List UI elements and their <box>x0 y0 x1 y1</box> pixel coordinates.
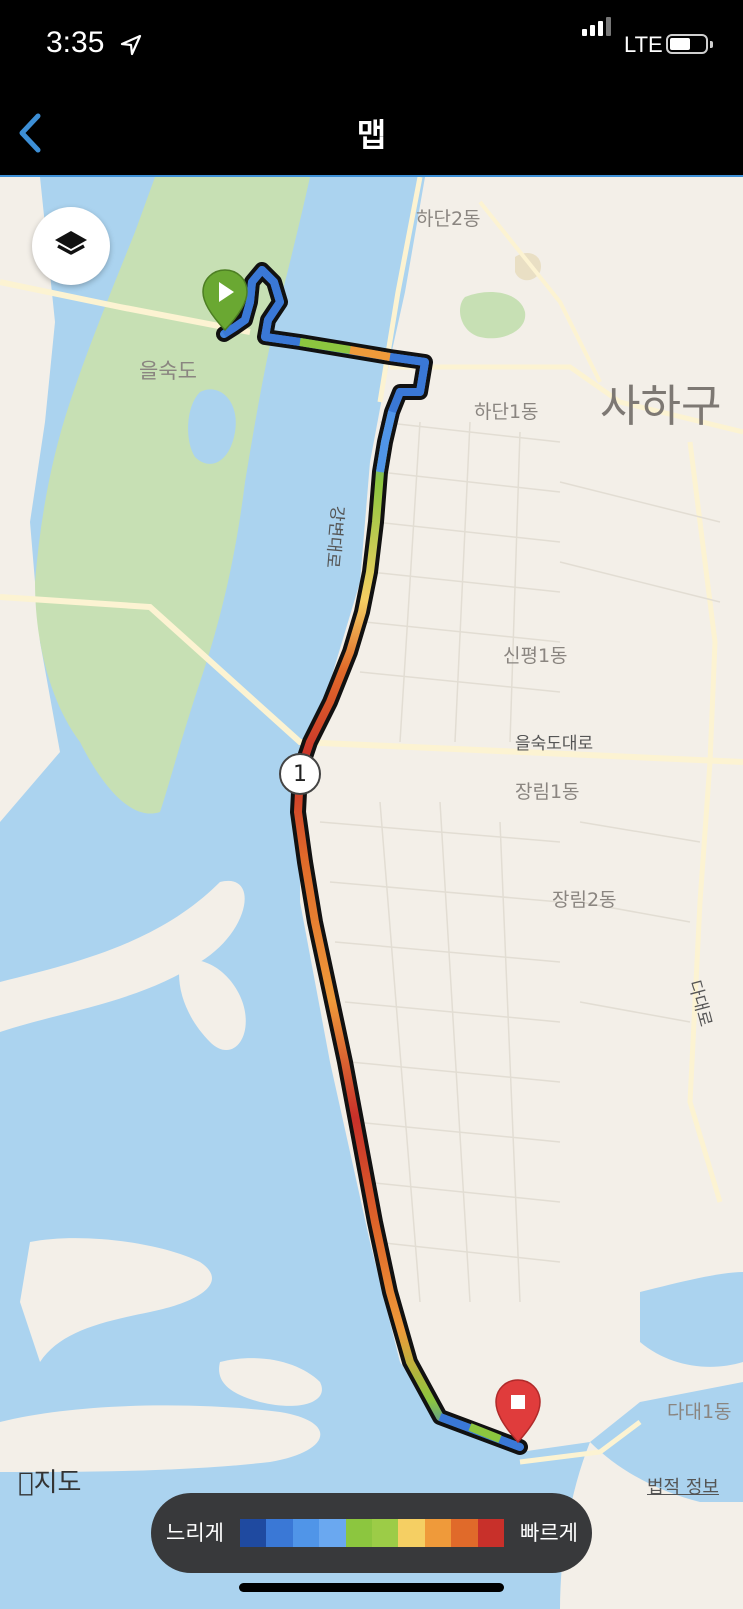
legend-swatch <box>319 1519 346 1547</box>
layers-icon <box>55 231 87 255</box>
legend-swatch <box>477 1519 505 1547</box>
map-label-hadan2: 하단2동 <box>416 208 481 230</box>
legend-swatch <box>372 1519 399 1547</box>
map-label-sahagu: 사하구 <box>600 381 722 432</box>
legend-color-bar <box>240 1519 505 1547</box>
apple-maps-text: 지도 <box>18 1468 82 1498</box>
home-indicator[interactable] <box>239 1583 504 1592</box>
apple-maps-logo: 지도 <box>18 1462 81 1499</box>
map-label-hadan1: 하단1동 <box>474 401 539 423</box>
lap-marker[interactable]: 1 <box>287 762 313 787</box>
pace-legend: 느리게 빠르게 <box>151 1493 592 1573</box>
legend-swatch <box>398 1519 425 1547</box>
legend-swatch <box>292 1519 320 1547</box>
nav-bar: 맵 <box>0 90 743 175</box>
map-label-sinpyeong1: 신평1동 <box>503 645 568 667</box>
map-label-eulsukdo-road: 을숙도대로 <box>515 734 594 754</box>
network-type: LTE <box>624 32 663 57</box>
legend-swatch <box>266 1519 293 1547</box>
legend-swatch <box>345 1519 373 1547</box>
status-bar: 3:35 LTE <box>0 0 743 90</box>
map-label-eulsukdo: 을숙도 <box>139 359 197 383</box>
status-time: 3:35 <box>46 26 105 59</box>
route-map[interactable]: 하단2동 을숙도 하단1동 사하구 강변대로 신평1동 을숙도대로 장림1동 장… <box>0 175 743 1609</box>
location-arrow-icon <box>120 34 142 56</box>
layers-button[interactable] <box>32 207 110 285</box>
legal-link[interactable]: 법적 정보 <box>647 1473 719 1499</box>
map-label-jangrim2: 장림2동 <box>552 889 617 911</box>
page-title: 맵 <box>356 116 387 154</box>
legend-swatch <box>451 1519 478 1547</box>
legend-slow-label: 느리게 <box>166 1521 224 1545</box>
map-label-jangrim1: 장림1동 <box>515 781 580 803</box>
battery-icon <box>666 34 713 54</box>
legend-swatch <box>240 1519 267 1547</box>
map-label-dadae1: 다대1동 <box>667 1401 732 1423</box>
legend-fast-label: 빠르게 <box>520 1521 578 1545</box>
legend-swatch <box>424 1519 452 1547</box>
